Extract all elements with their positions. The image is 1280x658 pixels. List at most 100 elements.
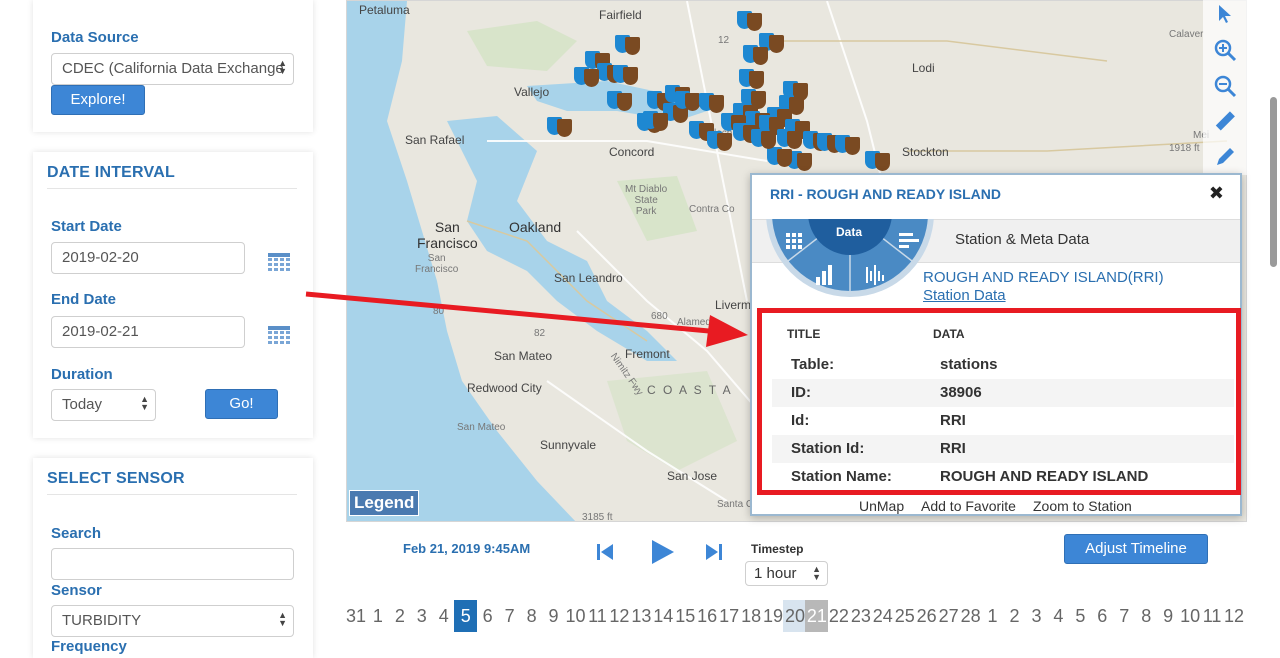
timeline-day[interactable]: 6 (1091, 606, 1113, 632)
play-icon[interactable] (651, 539, 675, 565)
station-marker-icon[interactable] (739, 67, 765, 89)
timeline-day[interactable]: 25 (894, 606, 916, 632)
ruler-icon[interactable] (1213, 110, 1237, 134)
timeline-day[interactable]: 1 (982, 606, 1004, 632)
timeline-day[interactable]: 9 (1157, 606, 1179, 632)
station-marker-icon[interactable] (707, 129, 733, 151)
timeline-day[interactable]: 16 (696, 606, 718, 632)
skip-forward-icon[interactable] (705, 543, 723, 561)
timeline-day[interactable]: 7 (1113, 606, 1135, 632)
timeline-day[interactable]: 20 (784, 606, 806, 632)
timeline-day[interactable]: 1 (367, 606, 389, 632)
go-button[interactable]: Go! (205, 389, 278, 419)
map-label-santa-c: Santa C (717, 499, 754, 510)
timeline-day[interactable]: 13 (630, 606, 652, 632)
start-date-label: Start Date (51, 218, 122, 235)
station-marker-icon[interactable] (613, 63, 639, 85)
station-marker-icon[interactable] (643, 109, 669, 131)
map-label-fairfield: Fairfield (599, 8, 642, 22)
station-marker-icon[interactable] (751, 127, 777, 149)
station-data-link[interactable]: Station Data (923, 287, 1006, 304)
timeline-day[interactable]: 23 (850, 606, 872, 632)
data-source-select[interactable]: CDEC (California Data Exchange ▲ ▼ (51, 53, 294, 85)
unmap-link[interactable]: UnMap (859, 498, 904, 514)
row-title: ID: (791, 384, 811, 401)
timeline-day[interactable]: 7 (499, 606, 521, 632)
station-marker-icon[interactable] (737, 9, 763, 31)
timeline-day[interactable]: 18 (740, 606, 762, 632)
station-marker-icon[interactable] (675, 89, 701, 111)
duration-label: Duration (51, 366, 113, 383)
station-marker-icon[interactable] (615, 33, 641, 55)
map-label-vallejo: Vallejo (514, 85, 550, 99)
timeline-day[interactable]: 5 (455, 606, 477, 632)
timeline-day[interactable]: 31 (345, 606, 367, 632)
map-label-redwood-city: Redwood City (467, 381, 542, 395)
pencil-icon[interactable] (1213, 145, 1237, 169)
timeline-day[interactable]: 10 (565, 606, 587, 632)
timeline-day[interactable]: 27 (938, 606, 960, 632)
sensor-search-input[interactable] (51, 548, 294, 580)
timestep-select[interactable]: 1 hour ▲ ▼ (745, 561, 828, 586)
station-marker-icon[interactable] (743, 43, 769, 65)
end-calendar-icon[interactable] (268, 326, 290, 344)
start-calendar-icon[interactable] (268, 253, 290, 271)
timeline-day[interactable]: 4 (433, 606, 455, 632)
station-marker-icon[interactable] (547, 115, 573, 137)
timeline-day[interactable]: 8 (1135, 606, 1157, 632)
adjust-timeline-button[interactable]: Adjust Timeline (1064, 534, 1208, 564)
station-name-link[interactable]: ROUGH AND READY ISLAND(RRI) (923, 269, 1164, 286)
table-row: Id: RRI (772, 407, 1234, 435)
timeline-day[interactable]: 11 (586, 606, 608, 632)
duration-select[interactable]: Today ▲ ▼ (51, 389, 156, 421)
map-label-calavera: Calaver (1169, 29, 1204, 40)
timeline-day[interactable]: 12 (1223, 606, 1245, 632)
timeline-day[interactable]: 11 (1201, 606, 1223, 632)
map-label-petaluma: Petaluma (359, 3, 410, 17)
page-scrollbar[interactable] (1270, 97, 1277, 267)
zoom-out-icon[interactable] (1213, 74, 1237, 98)
station-marker-icon[interactable] (574, 65, 600, 87)
map-label-mt-diablo: Mt Diablo State Park (625, 184, 668, 217)
legend-button[interactable]: Legend (349, 490, 420, 516)
explore-button[interactable]: Explore! (51, 85, 145, 115)
sensor-select[interactable]: TURBIDITY ▲ ▼ (51, 605, 294, 637)
timeline-day[interactable]: 22 (828, 606, 850, 632)
map-label-oakland: Oakland (509, 219, 562, 235)
timeline-day[interactable]: 24 (872, 606, 894, 632)
timeline-day[interactable]: 6 (477, 606, 499, 632)
timeline-day[interactable]: 2 (1004, 606, 1026, 632)
timeline-day[interactable]: 15 (674, 606, 696, 632)
timeline-day[interactable]: 4 (1047, 606, 1069, 632)
cursor-icon[interactable] (1217, 4, 1233, 24)
date-interval-panel: DATE INTERVAL Start Date 2019-02-20 End … (33, 152, 313, 438)
timeline-day[interactable]: 14 (652, 606, 674, 632)
station-marker-icon[interactable] (607, 89, 633, 111)
timeline-day[interactable]: 17 (718, 606, 740, 632)
timeline-day[interactable]: 26 (916, 606, 938, 632)
end-date-input[interactable]: 2019-02-21 (51, 316, 245, 348)
zoom-in-icon[interactable] (1213, 38, 1237, 62)
station-marker-icon[interactable] (865, 149, 891, 171)
timeline-day[interactable]: 2 (389, 606, 411, 632)
timeline-day[interactable]: 21 (806, 606, 828, 632)
row-data: RRI (940, 440, 966, 457)
timeline-day[interactable]: 3 (1025, 606, 1047, 632)
timeline-day[interactable]: 10 (1179, 606, 1201, 632)
timeline-day[interactable]: 12 (608, 606, 630, 632)
timeline-day[interactable]: 9 (543, 606, 565, 632)
timeline-day[interactable]: 8 (521, 606, 543, 632)
timeline-day[interactable]: 28 (960, 606, 982, 632)
map-label-san-mateo-county: San Mateo (457, 422, 506, 433)
add-to-favorite-link[interactable]: Add to Favorite (921, 498, 1016, 514)
timeline-day[interactable]: 3 (411, 606, 433, 632)
start-date-input[interactable]: 2019-02-20 (51, 242, 245, 274)
zoom-to-station-link[interactable]: Zoom to Station (1033, 498, 1132, 514)
close-icon[interactable]: ✖ (1209, 183, 1224, 204)
timeline-day[interactable]: 19 (762, 606, 784, 632)
station-marker-icon[interactable] (835, 133, 861, 155)
title-column-header: TITLE (787, 327, 821, 341)
skip-back-icon[interactable] (596, 543, 614, 561)
station-marker-icon[interactable] (699, 91, 725, 113)
timeline-day[interactable]: 5 (1069, 606, 1091, 632)
